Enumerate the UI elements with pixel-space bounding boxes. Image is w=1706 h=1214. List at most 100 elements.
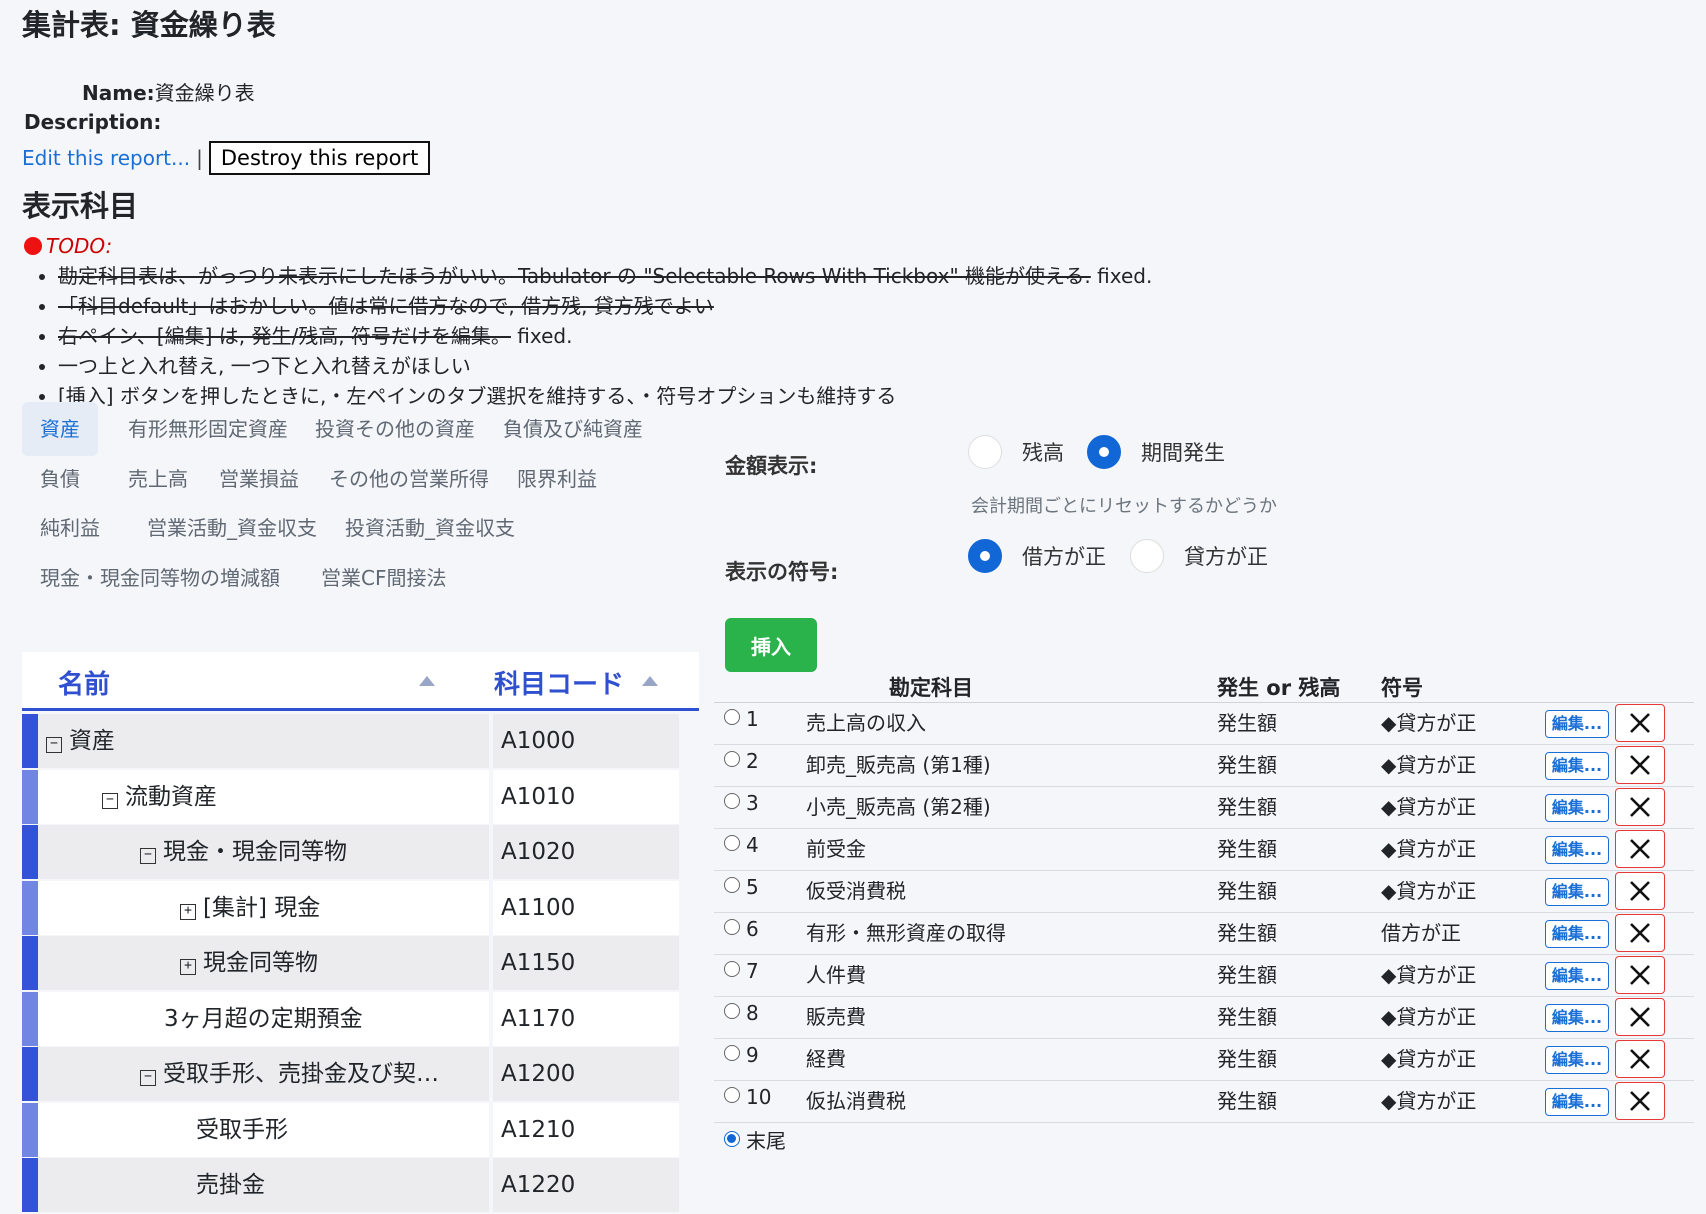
tab-5[interactable]: 負債 bbox=[22, 452, 98, 506]
radio-icon[interactable] bbox=[1087, 435, 1121, 469]
radio-option[interactable]: 残高 bbox=[968, 435, 1064, 469]
tab-14[interactable]: 営業CF間接法 bbox=[303, 551, 464, 605]
row-select[interactable]: 8 bbox=[724, 1001, 759, 1025]
radio-icon[interactable] bbox=[724, 961, 740, 977]
tab-7[interactable]: 営業損益 bbox=[201, 452, 317, 506]
close-icon[interactable] bbox=[1628, 837, 1652, 861]
edit-row-button[interactable]: 編集... bbox=[1545, 752, 1609, 780]
edit-row-button[interactable]: 編集... bbox=[1545, 962, 1609, 990]
radio-icon[interactable] bbox=[968, 435, 1002, 469]
delete-row-button[interactable] bbox=[1615, 788, 1665, 826]
sort-asc-icon[interactable] bbox=[642, 676, 658, 686]
row-select[interactable]: 9 bbox=[724, 1043, 759, 1067]
tree-row-bar bbox=[22, 714, 38, 768]
tree-row[interactable]: − 受取手形、売掛金及び契… A1200 bbox=[22, 1047, 679, 1103]
radio-icon[interactable] bbox=[724, 751, 740, 767]
collapse-icon[interactable]: − bbox=[140, 1070, 156, 1086]
radio-icon[interactable] bbox=[724, 793, 740, 809]
tree-row[interactable]: − 資産 A1000 bbox=[22, 714, 679, 770]
edit-row-button[interactable]: 編集... bbox=[1545, 1004, 1609, 1032]
insert-button[interactable]: 挿入 bbox=[725, 618, 817, 672]
sort-asc-icon[interactable] bbox=[419, 676, 435, 686]
tab-11[interactable]: 営業活動_資金収支 bbox=[129, 501, 335, 555]
radio-option[interactable]: 借方が正 bbox=[968, 539, 1106, 573]
tab-13[interactable]: 現金・現金同等物の増減額 bbox=[22, 551, 298, 605]
row-number: 5 bbox=[746, 875, 759, 899]
table-row: 10 仮払消費税 発生額 ◆貸方が正 編集... bbox=[714, 1080, 1694, 1123]
close-icon[interactable] bbox=[1628, 711, 1652, 735]
close-icon[interactable] bbox=[1628, 1089, 1652, 1113]
edit-row-button[interactable]: 編集... bbox=[1545, 794, 1609, 822]
radio-icon[interactable] bbox=[1130, 539, 1164, 573]
radio-icon[interactable] bbox=[724, 877, 740, 893]
collapse-icon[interactable]: − bbox=[46, 737, 62, 753]
delete-row-button[interactable] bbox=[1615, 914, 1665, 952]
close-icon[interactable] bbox=[1628, 963, 1652, 987]
row-select[interactable]: 3 bbox=[724, 791, 759, 815]
collapse-icon[interactable]: − bbox=[102, 792, 118, 809]
tab-3[interactable]: 投資その他の資産 bbox=[297, 402, 493, 456]
row-select[interactable]: 1 bbox=[724, 707, 759, 731]
delete-row-button[interactable] bbox=[1615, 704, 1665, 742]
radio-icon[interactable] bbox=[724, 1045, 740, 1061]
tree-row[interactable]: 3ヶ月超の定期預金 A1170 bbox=[22, 991, 679, 1048]
edit-row-button[interactable]: 編集... bbox=[1545, 710, 1609, 738]
row-select[interactable]: 4 bbox=[724, 833, 759, 857]
edit-row-button[interactable]: 編集... bbox=[1545, 1046, 1609, 1074]
destroy-report-button[interactable]: Destroy this report bbox=[208, 141, 431, 175]
edit-row-button[interactable]: 編集... bbox=[1545, 878, 1609, 906]
edit-row-button[interactable]: 編集... bbox=[1545, 836, 1609, 864]
row-select[interactable]: 10 bbox=[724, 1085, 771, 1109]
edit-report-link[interactable]: Edit this report... bbox=[22, 146, 190, 170]
row-select[interactable]: 7 bbox=[724, 959, 759, 983]
tab-2[interactable]: 有形無形固定資産 bbox=[110, 402, 306, 456]
tab-12[interactable]: 投資活動_資金収支 bbox=[327, 501, 533, 555]
tree-col-code[interactable]: 科目コード bbox=[494, 664, 624, 701]
tab-8[interactable]: その他の営業所得 bbox=[311, 452, 507, 506]
expand-icon[interactable]: + bbox=[180, 959, 196, 975]
tab-4[interactable]: 負債及び純資産 bbox=[485, 402, 661, 456]
row-select[interactable]: 6 bbox=[724, 917, 759, 941]
close-icon[interactable] bbox=[1628, 1047, 1652, 1071]
edit-row-button[interactable]: 編集... bbox=[1545, 1088, 1609, 1116]
tree-row[interactable]: − 現金・現金同等物 A1020 bbox=[22, 825, 679, 881]
radio-icon[interactable] bbox=[724, 919, 740, 935]
radio-option[interactable]: 貸方が正 bbox=[1130, 539, 1268, 573]
tail-radio-option[interactable]: 末尾 bbox=[724, 1125, 786, 1154]
tree-col-name[interactable]: 名前 bbox=[58, 664, 110, 701]
tab-1[interactable]: 資産 bbox=[22, 402, 98, 456]
radio-option[interactable]: 期間発生 bbox=[1087, 435, 1225, 469]
tree-row[interactable]: 売掛金 A1220 bbox=[22, 1158, 679, 1214]
delete-row-button[interactable] bbox=[1615, 998, 1665, 1036]
delete-row-button[interactable] bbox=[1615, 1040, 1665, 1078]
expand-icon[interactable]: + bbox=[180, 903, 196, 920]
radio-icon[interactable] bbox=[724, 835, 740, 851]
delete-row-button[interactable] bbox=[1615, 1082, 1665, 1120]
collapse-icon[interactable]: − bbox=[140, 848, 156, 864]
radio-icon[interactable] bbox=[968, 539, 1002, 573]
tree-row[interactable]: + [集計] 現金 A1100 bbox=[22, 880, 679, 937]
delete-row-button[interactable] bbox=[1615, 956, 1665, 994]
tree-row[interactable]: + 現金同等物 A1150 bbox=[22, 936, 679, 992]
radio-icon[interactable] bbox=[724, 1087, 740, 1103]
delete-row-button[interactable] bbox=[1615, 830, 1665, 868]
edit-row-button[interactable]: 編集... bbox=[1545, 920, 1609, 948]
radio-icon[interactable] bbox=[724, 1131, 740, 1147]
delete-row-button[interactable] bbox=[1615, 872, 1665, 910]
row-select[interactable]: 5 bbox=[724, 875, 759, 899]
radio-icon[interactable] bbox=[724, 709, 740, 725]
delete-row-button[interactable] bbox=[1615, 746, 1665, 784]
close-icon[interactable] bbox=[1628, 1005, 1652, 1029]
tree-row[interactable]: 受取手形 A1210 bbox=[22, 1102, 679, 1159]
tab-10[interactable]: 純利益 bbox=[22, 501, 118, 555]
close-icon[interactable] bbox=[1628, 921, 1652, 945]
close-icon[interactable] bbox=[1628, 753, 1652, 777]
tab-6[interactable]: 売上高 bbox=[110, 452, 206, 506]
close-icon[interactable] bbox=[1628, 795, 1652, 819]
row-select[interactable]: 2 bbox=[724, 749, 759, 773]
tree-row[interactable]: − 流動資産 A1010 bbox=[22, 769, 679, 826]
radio-icon[interactable] bbox=[724, 1003, 740, 1019]
close-icon[interactable] bbox=[1628, 879, 1652, 903]
tab-9[interactable]: 限界利益 bbox=[499, 452, 615, 506]
radio-label: 残高 bbox=[1022, 441, 1064, 465]
